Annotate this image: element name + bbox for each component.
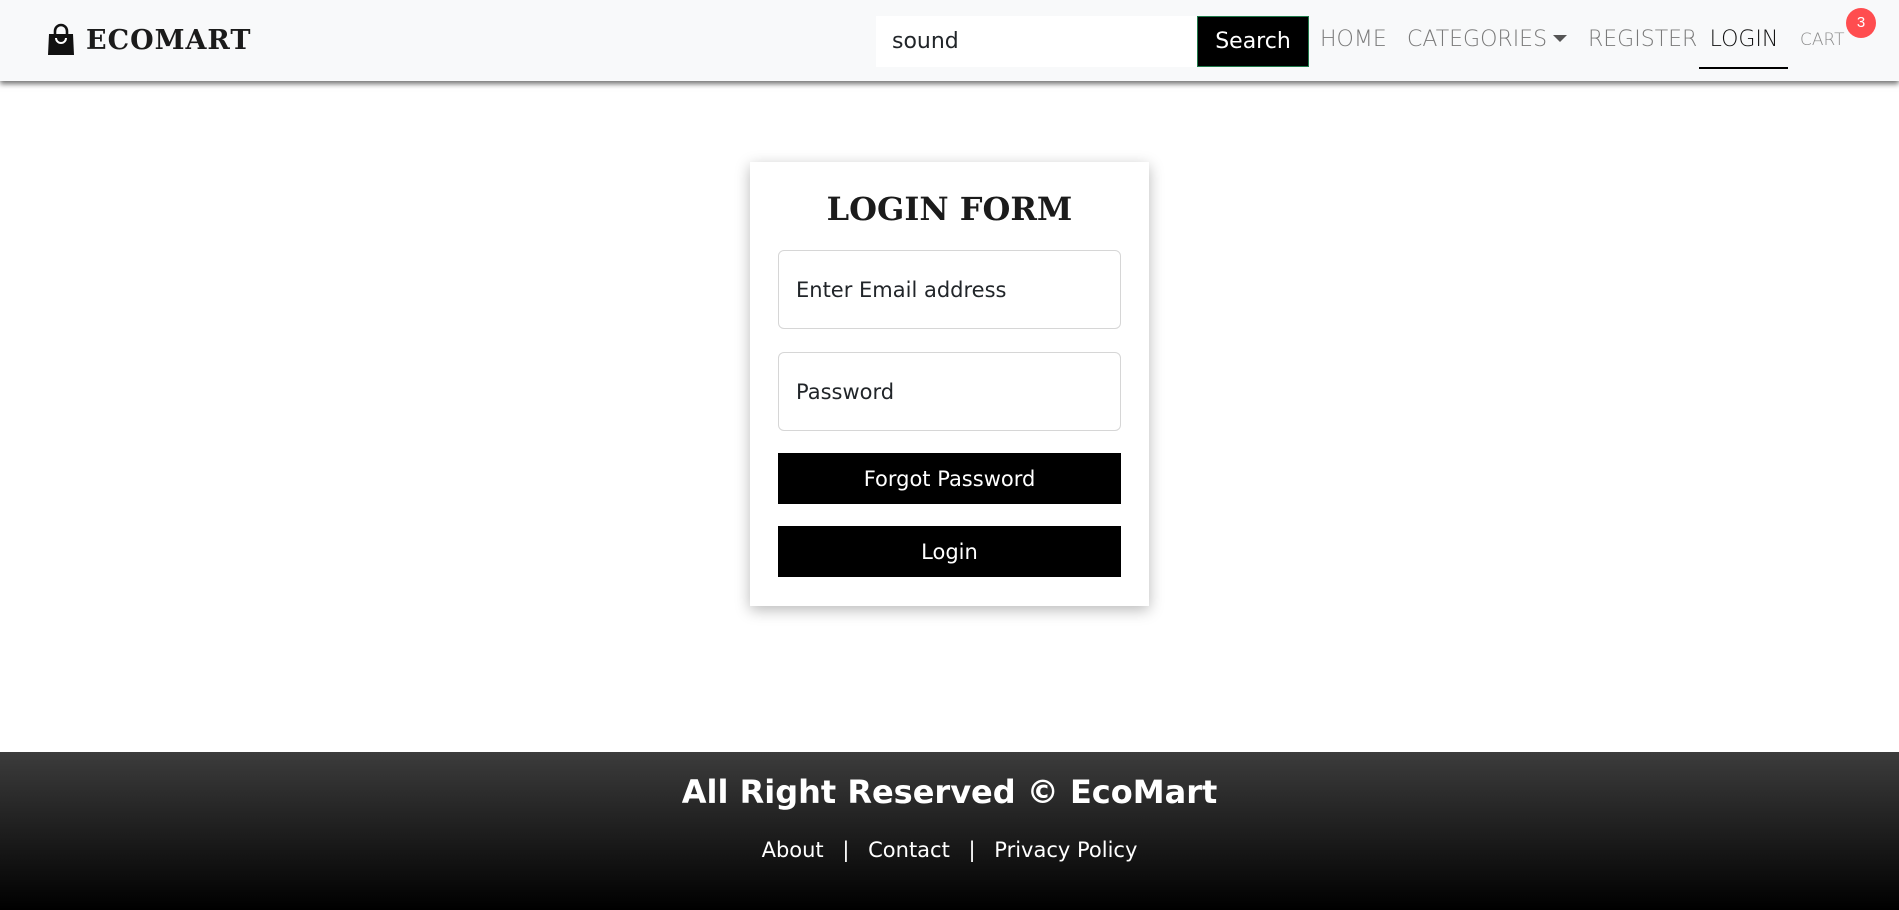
cart-count-badge: 3 [1846, 8, 1876, 38]
nav-login-link[interactable]: LOGIN [1699, 22, 1789, 58]
login-form-title: LOGIN FORM [826, 190, 1073, 228]
footer: All Right Reserved © EcoMart About | Con… [0, 752, 1899, 910]
shopping-bag-icon [48, 23, 74, 55]
brand-link[interactable]: ECOMART [46, 22, 251, 58]
footer-separator: | [842, 838, 850, 862]
brand-name: ECOMART [86, 24, 252, 56]
navbar: ECOMART Search HOME CATEGORIES REGISTER … [0, 0, 1899, 81]
nav-categories-dropdown[interactable]: CATEGORIES [1407, 22, 1568, 58]
forgot-password-button[interactable]: Forgot Password [778, 453, 1121, 504]
nav-categories-label: CATEGORIES [1407, 27, 1548, 52]
footer-about-link[interactable]: About [762, 838, 824, 862]
login-card: LOGIN FORM Forgot Password Login [750, 162, 1149, 606]
footer-privacy-policy-link[interactable]: Privacy Policy [994, 838, 1137, 862]
active-nav-indicator [1699, 67, 1788, 69]
nav-cart-link[interactable]: CART [1800, 22, 1844, 58]
caret-down-icon [1553, 34, 1568, 42]
login-button[interactable]: Login [778, 526, 1121, 577]
footer-contact-link[interactable]: Contact [868, 838, 950, 862]
search-input[interactable] [876, 16, 1198, 67]
footer-separator: | [968, 838, 976, 862]
search-button[interactable]: Search [1197, 16, 1309, 67]
nav-register-link[interactable]: REGISTER [1588, 22, 1697, 58]
email-field[interactable] [778, 250, 1121, 329]
nav-home-link[interactable]: HOME [1320, 22, 1387, 58]
footer-copyright: All Right Reserved © EcoMart [681, 773, 1218, 811]
password-field[interactable] [778, 352, 1121, 431]
footer-links: About | Contact | Privacy Policy [0, 838, 1899, 862]
